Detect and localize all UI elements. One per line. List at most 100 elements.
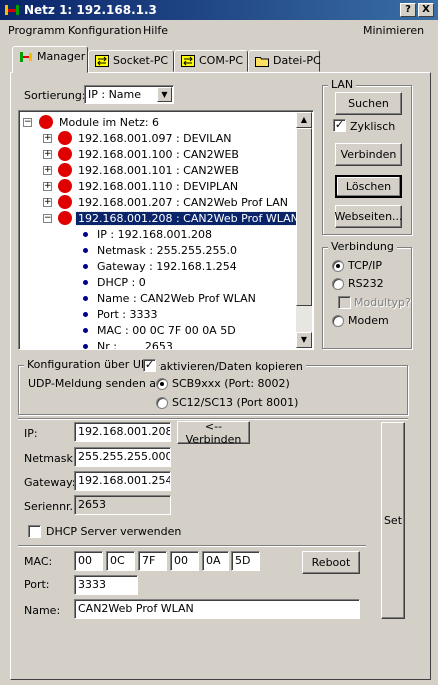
tree-module-label: 192.168.001.100 : CAN2WEB <box>78 148 239 161</box>
dhcp-checkbox[interactable] <box>28 525 41 538</box>
network-app-icon <box>5 5 19 15</box>
tab-datei-pc[interactable]: Datei-PC <box>248 50 321 72</box>
tab-com-pc-label: COM-PC <box>199 54 244 67</box>
tab-manager-label: Manager <box>37 50 86 63</box>
help-button[interactable]: ? <box>400 3 416 17</box>
suchen-button[interactable]: Suchen <box>335 92 402 115</box>
expand-icon[interactable]: + <box>43 198 52 207</box>
tree-detail-label: IP : 192.168.001.208 <box>97 228 213 241</box>
modultyp-checkbox[interactable] <box>338 296 351 309</box>
rs232-label: RS232 <box>348 277 384 290</box>
mac-input-1[interactable]: 00 <box>74 551 103 571</box>
tree-scrollbar[interactable]: ▲ ▼ <box>296 112 312 348</box>
mac-input-3[interactable]: 7F <box>138 551 167 571</box>
close-button[interactable]: X <box>418 3 434 17</box>
mac-input-6[interactable]: 5D <box>231 551 260 571</box>
chevron-down-icon[interactable]: ▼ <box>157 87 172 102</box>
module-icon <box>58 163 72 177</box>
arrows-icon <box>95 55 109 67</box>
sc12-label: SC12/SC13 (Port 8001) <box>172 396 299 409</box>
seriennr-input: 2653 <box>74 495 171 515</box>
module-tree[interactable]: − Module im Netz: 6 +192.168.001.097 : D… <box>18 110 314 350</box>
sort-value: IP : Name <box>88 88 142 101</box>
modem-radio[interactable] <box>332 315 344 327</box>
tcpip-radio[interactable] <box>332 260 344 272</box>
sc12-radio[interactable] <box>156 397 168 409</box>
scroll-up-icon[interactable]: ▲ <box>296 112 312 128</box>
tab-socket-pc[interactable]: Socket-PC <box>88 50 174 72</box>
set-button[interactable]: Set <box>381 422 405 619</box>
tab-datei-pc-label: Datei-PC <box>273 54 321 67</box>
tree-detail-label: Port : 3333 <box>97 308 158 321</box>
menu-hilfe[interactable]: Hilfe <box>143 24 168 37</box>
port-input[interactable]: 3333 <box>74 575 138 595</box>
expand-icon[interactable]: + <box>43 182 52 191</box>
tree-detail-label: DHCP : 0 <box>97 276 146 289</box>
ip-input[interactable]: 192.168.001.208 <box>74 422 171 442</box>
sort-select[interactable]: IP : Name ▼ <box>84 85 174 104</box>
scb9xxx-radio[interactable] <box>156 378 168 390</box>
ip-label: IP: <box>24 427 38 440</box>
collapse-icon[interactable]: − <box>43 214 52 223</box>
expand-icon[interactable]: + <box>43 150 52 159</box>
sort-label: Sortierung: <box>24 89 86 102</box>
separator <box>18 545 366 547</box>
tab-manager[interactable]: Manager <box>12 46 88 73</box>
arrows-icon <box>181 55 195 67</box>
title-bar: Netz 1: 192.168.1.3 ? X <box>0 0 438 20</box>
name-label: Name: <box>24 604 61 617</box>
module-icon <box>58 179 72 193</box>
tree-module-label: 192.168.001.101 : CAN2WEB <box>78 164 239 177</box>
menu-minimieren[interactable]: Minimieren <box>363 24 424 37</box>
bullet-icon <box>83 296 88 301</box>
expand-icon[interactable]: + <box>43 166 52 175</box>
mac-input-4[interactable]: 00 <box>170 551 199 571</box>
verbinden-button[interactable]: Verbinden <box>335 143 402 166</box>
tree-module-label: 192.168.001.097 : DEVILAN <box>78 132 232 145</box>
netmask-input[interactable]: 255.255.255.000 <box>74 447 171 467</box>
aktivieren-checkbox[interactable]: ✓ <box>143 359 156 372</box>
zyklisch-checkbox[interactable]: ✓ <box>333 119 346 132</box>
tab-socket-pc-label: Socket-PC <box>113 54 169 67</box>
expand-icon[interactable]: + <box>43 134 52 143</box>
gateway-input[interactable]: 192.168.001.254 <box>74 471 171 491</box>
bullet-icon <box>83 248 88 253</box>
seriennr-label: Seriennr.: <box>24 500 77 513</box>
tree-module-label: 192.168.001.208 : CAN2Web Prof WLAN <box>75 211 302 226</box>
module-icon <box>58 147 72 161</box>
tree-root-label: Module im Netz: 6 <box>59 116 160 129</box>
tcpip-label: TCP/IP <box>348 259 382 272</box>
tree-detail-label: Netmask : 255.255.255.0 <box>97 244 238 257</box>
verbinden-arrow-button[interactable]: <--Verbinden <box>177 420 250 446</box>
scroll-down-icon[interactable]: ▼ <box>296 332 312 348</box>
loeschen-button[interactable]: Löschen <box>335 175 402 198</box>
tree-module-label: 192.168.001.110 : DEVIPLAN <box>78 180 239 193</box>
udp-senden-label: UDP-Meldung senden an: <box>28 377 167 390</box>
folder-icon <box>255 57 269 67</box>
module-icon <box>58 211 72 225</box>
udp-group-label: Konfiguration über UDP <box>24 358 159 371</box>
menu-konfiguration[interactable]: Konfiguration <box>68 24 142 37</box>
module-icon <box>39 115 53 129</box>
name-input[interactable]: CAN2Web Prof WLAN <box>74 599 360 619</box>
tab-com-pc[interactable]: COM-PC <box>174 50 248 72</box>
modultyp-label: Modultyp? <box>354 296 411 309</box>
bullet-icon <box>83 232 88 237</box>
mac-input-5[interactable]: 0A <box>202 551 229 571</box>
bullet-icon <box>83 264 88 269</box>
scroll-thumb[interactable] <box>296 128 312 306</box>
reboot-button[interactable]: Reboot <box>302 551 360 574</box>
tree-module-label: 192.168.001.207 : CAN2Web Prof LAN <box>78 196 289 209</box>
menu-programm[interactable]: Programm <box>8 24 65 37</box>
window-title: Netz 1: 192.168.1.3 <box>24 3 157 17</box>
gateway-label: Gateway: <box>24 476 76 489</box>
tree-detail-label: Name : CAN2Web Prof WLAN <box>97 292 256 305</box>
collapse-icon[interactable]: − <box>23 118 32 127</box>
webseiten-button[interactable]: Webseiten... <box>334 205 403 228</box>
rs232-radio[interactable] <box>332 278 344 290</box>
dhcp-label: DHCP Server verwenden <box>46 525 182 538</box>
tree-detail-label: Gateway : 192.168.1.254 <box>97 260 237 273</box>
manager-icon <box>20 52 32 62</box>
mac-input-2[interactable]: 0C <box>106 551 135 571</box>
bullet-icon <box>83 344 88 349</box>
